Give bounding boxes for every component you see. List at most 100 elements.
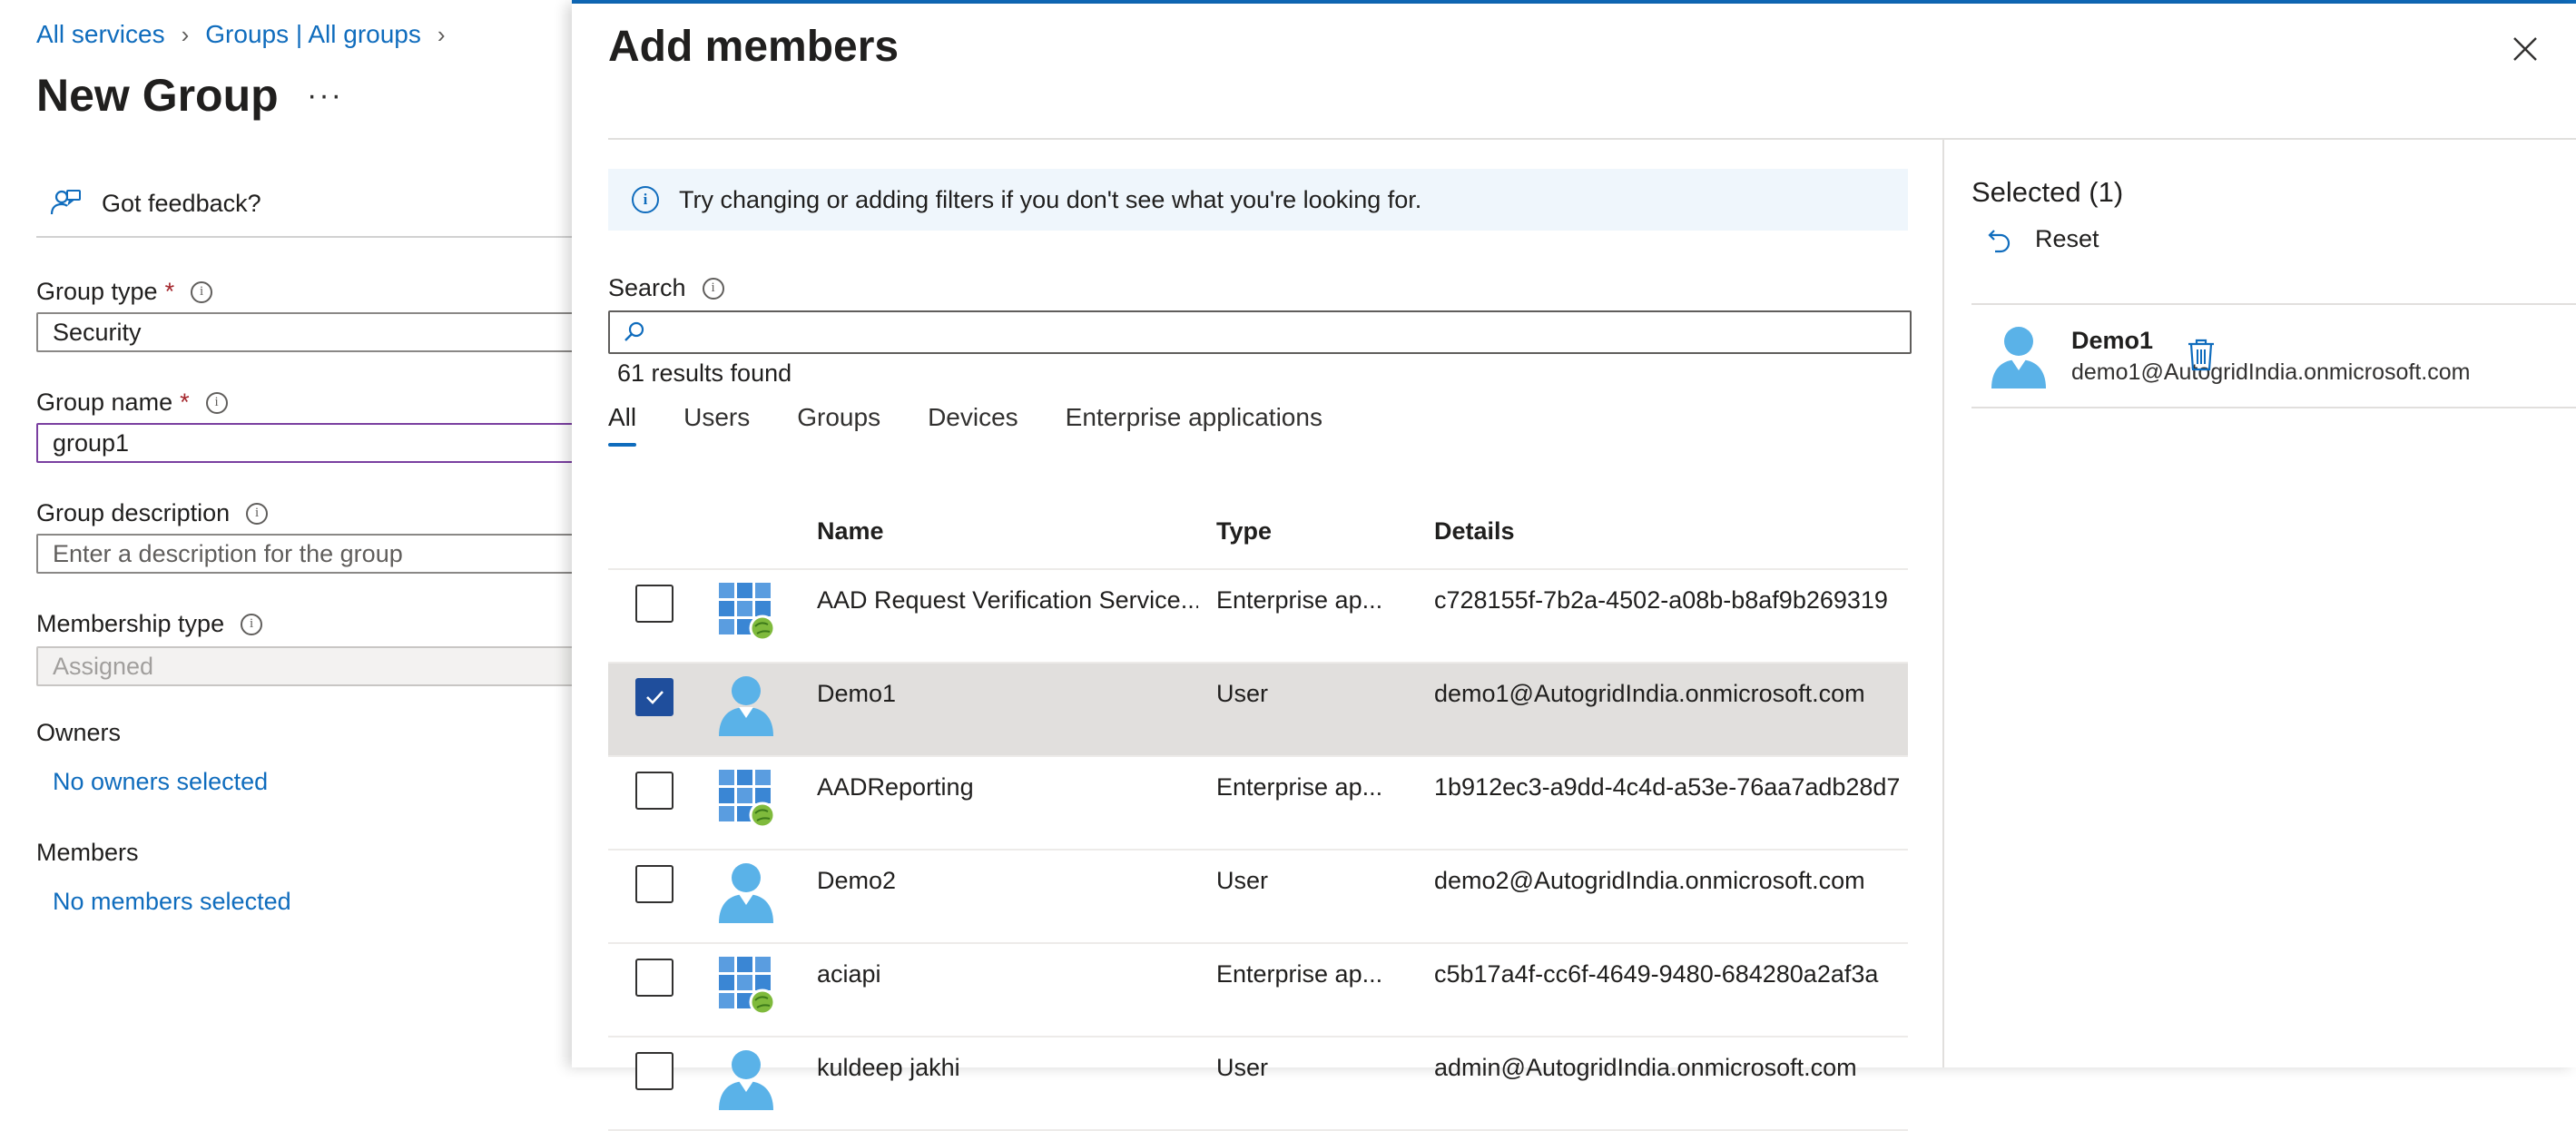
- row-name: AAD Request Verification Service...: [817, 586, 1198, 614]
- close-icon[interactable]: [2507, 31, 2543, 67]
- row-name: AADReporting: [817, 773, 974, 801]
- results-count: 61 results found: [617, 359, 792, 387]
- membership-type-label: Membership type i: [36, 610, 263, 638]
- checkmark-icon: [646, 691, 664, 704]
- group-name-label: Group name * i: [36, 388, 228, 417]
- reset-label: Reset: [2035, 225, 2099, 252]
- selected-title: Selected (1): [1971, 176, 2124, 208]
- reset-button[interactable]: Reset: [1986, 225, 2099, 253]
- table-row[interactable]: AADReporting Enterprise ap... 1b912ec3-a…: [608, 757, 1908, 851]
- row-name: aciapi: [817, 960, 881, 988]
- app-icon: [719, 583, 776, 642]
- tab-groups[interactable]: Groups: [797, 403, 880, 447]
- table-header: Name Type Details: [608, 494, 1908, 570]
- info-icon[interactable]: i: [241, 613, 263, 635]
- info-icon: i: [632, 186, 659, 213]
- info-message-text: Try changing or adding filters if you do…: [679, 185, 1422, 213]
- column-header-type[interactable]: Type: [1216, 517, 1272, 546]
- column-header-details[interactable]: Details: [1434, 517, 1515, 546]
- feedback-label: Got feedback?: [102, 189, 261, 217]
- selected-item-email: demo1@AutogridIndia.onmicrosoft.com: [2071, 359, 2471, 385]
- group-type-select[interactable]: Security: [36, 312, 581, 352]
- row-checkbox[interactable]: [635, 865, 673, 903]
- row-name: kuldeep jakhi: [817, 1054, 960, 1081]
- app-icon: [719, 957, 776, 1016]
- row-type: Enterprise ap...: [1216, 773, 1383, 801]
- row-checkbox[interactable]: [635, 678, 673, 716]
- row-type: User: [1216, 680, 1269, 707]
- group-type-label-text: Group type: [36, 278, 158, 305]
- feedback-icon: [50, 190, 81, 215]
- members-label: Members: [36, 839, 139, 866]
- table-row[interactable]: kuldeep jakhi User admin@AutogridIndia.o…: [608, 1038, 1908, 1131]
- search-icon: [624, 321, 644, 341]
- membership-type-label-text: Membership type: [36, 610, 225, 637]
- group-description-label: Group description i: [36, 499, 269, 527]
- row-details: c5b17a4f-cc6f-4649-9480-684280a2af3a: [1434, 960, 1879, 988]
- undo-icon: [1988, 229, 2011, 252]
- column-header-name[interactable]: Name: [817, 517, 884, 546]
- members-link[interactable]: No members selected: [53, 888, 291, 916]
- required-marker: *: [164, 278, 175, 305]
- row-checkbox[interactable]: [635, 772, 673, 810]
- row-name: Demo2: [817, 867, 897, 894]
- info-icon[interactable]: i: [205, 391, 228, 414]
- group-name-input[interactable]: group1: [36, 423, 581, 463]
- row-checkbox[interactable]: [635, 959, 673, 997]
- group-type-label: Group type * i: [36, 278, 213, 306]
- trash-icon[interactable]: [2186, 338, 2217, 372]
- required-marker: *: [180, 388, 190, 416]
- tab-users[interactable]: Users: [683, 403, 750, 447]
- search-label: Search i: [608, 274, 724, 302]
- feedback-button[interactable]: Got feedback?: [49, 187, 261, 220]
- row-details: demo1@AutogridIndia.onmicrosoft.com: [1434, 680, 1865, 707]
- owners-link[interactable]: No owners selected: [53, 768, 268, 796]
- app-icon: [719, 770, 776, 829]
- row-checkbox[interactable]: [635, 585, 673, 623]
- panel-title: Add members: [608, 23, 900, 71]
- breadcrumb-all-services[interactable]: All services: [36, 20, 165, 49]
- row-details: admin@AutogridIndia.onmicrosoft.com: [1434, 1054, 1857, 1081]
- table-row[interactable]: AAD Request Verification Service... Ente…: [608, 570, 1908, 664]
- breadcrumb-groups[interactable]: Groups | All groups: [205, 20, 421, 49]
- membership-type-select: Assigned: [36, 646, 581, 686]
- tab-devices[interactable]: Devices: [928, 403, 1018, 447]
- row-type: Enterprise ap...: [1216, 586, 1383, 614]
- owners-label: Owners: [36, 719, 122, 746]
- group-description-label-text: Group description: [36, 499, 231, 526]
- group-name-label-text: Group name: [36, 388, 173, 416]
- filter-tabs: All Users Groups Devices Enterprise appl…: [608, 403, 1370, 447]
- row-details: demo2@AutogridIndia.onmicrosoft.com: [1434, 867, 1865, 894]
- table-row[interactable]: Demo2 User demo2@AutogridIndia.onmicroso…: [608, 851, 1908, 944]
- info-icon[interactable]: i: [702, 277, 724, 300]
- row-type: User: [1216, 867, 1269, 894]
- divider: [36, 236, 572, 238]
- group-description-input[interactable]: Enter a description for the group: [36, 534, 581, 574]
- selected-item-name: Demo1: [2071, 327, 2154, 354]
- row-checkbox[interactable]: [635, 1052, 673, 1090]
- search-box[interactable]: [608, 310, 1912, 354]
- chevron-right-icon: ›: [437, 20, 446, 48]
- row-type: User: [1216, 1054, 1269, 1081]
- info-icon[interactable]: i: [191, 280, 213, 303]
- info-icon[interactable]: i: [246, 502, 269, 525]
- user-icon: [719, 863, 773, 923]
- add-members-panel: Add members i Try changing or adding fil…: [572, 4, 2576, 1131]
- more-options-button[interactable]: ···: [307, 78, 343, 113]
- chevron-right-icon: ›: [181, 20, 190, 48]
- page-title: New Group: [36, 70, 279, 121]
- results-table: Name Type Details AAD Request Verificati…: [608, 494, 1908, 1131]
- row-details: c728155f-7b2a-4502-a08b-b8af9b269319: [1434, 586, 1888, 614]
- row-name: Demo1: [817, 680, 897, 707]
- selected-item: Demo1 demo1@AutogridIndia.onmicrosoft.co…: [1971, 305, 2576, 407]
- tab-all[interactable]: All: [608, 403, 637, 447]
- table-row[interactable]: aciapi Enterprise ap... c5b17a4f-cc6f-46…: [608, 944, 1908, 1038]
- tab-enterprise-applications[interactable]: Enterprise applications: [1066, 403, 1322, 447]
- info-message-bar: i Try changing or adding filters if you …: [608, 169, 1908, 231]
- new-group-blade: All services › Groups | All groups › New…: [0, 0, 581, 1067]
- table-row[interactable]: Demo1 User demo1@AutogridIndia.onmicroso…: [608, 664, 1908, 757]
- user-icon: [1991, 327, 2046, 388]
- user-icon: [719, 676, 773, 736]
- search-input[interactable]: [657, 318, 1910, 347]
- row-details: 1b912ec3-a9dd-4c4d-a53e-76aa7adb28d7: [1434, 773, 1901, 801]
